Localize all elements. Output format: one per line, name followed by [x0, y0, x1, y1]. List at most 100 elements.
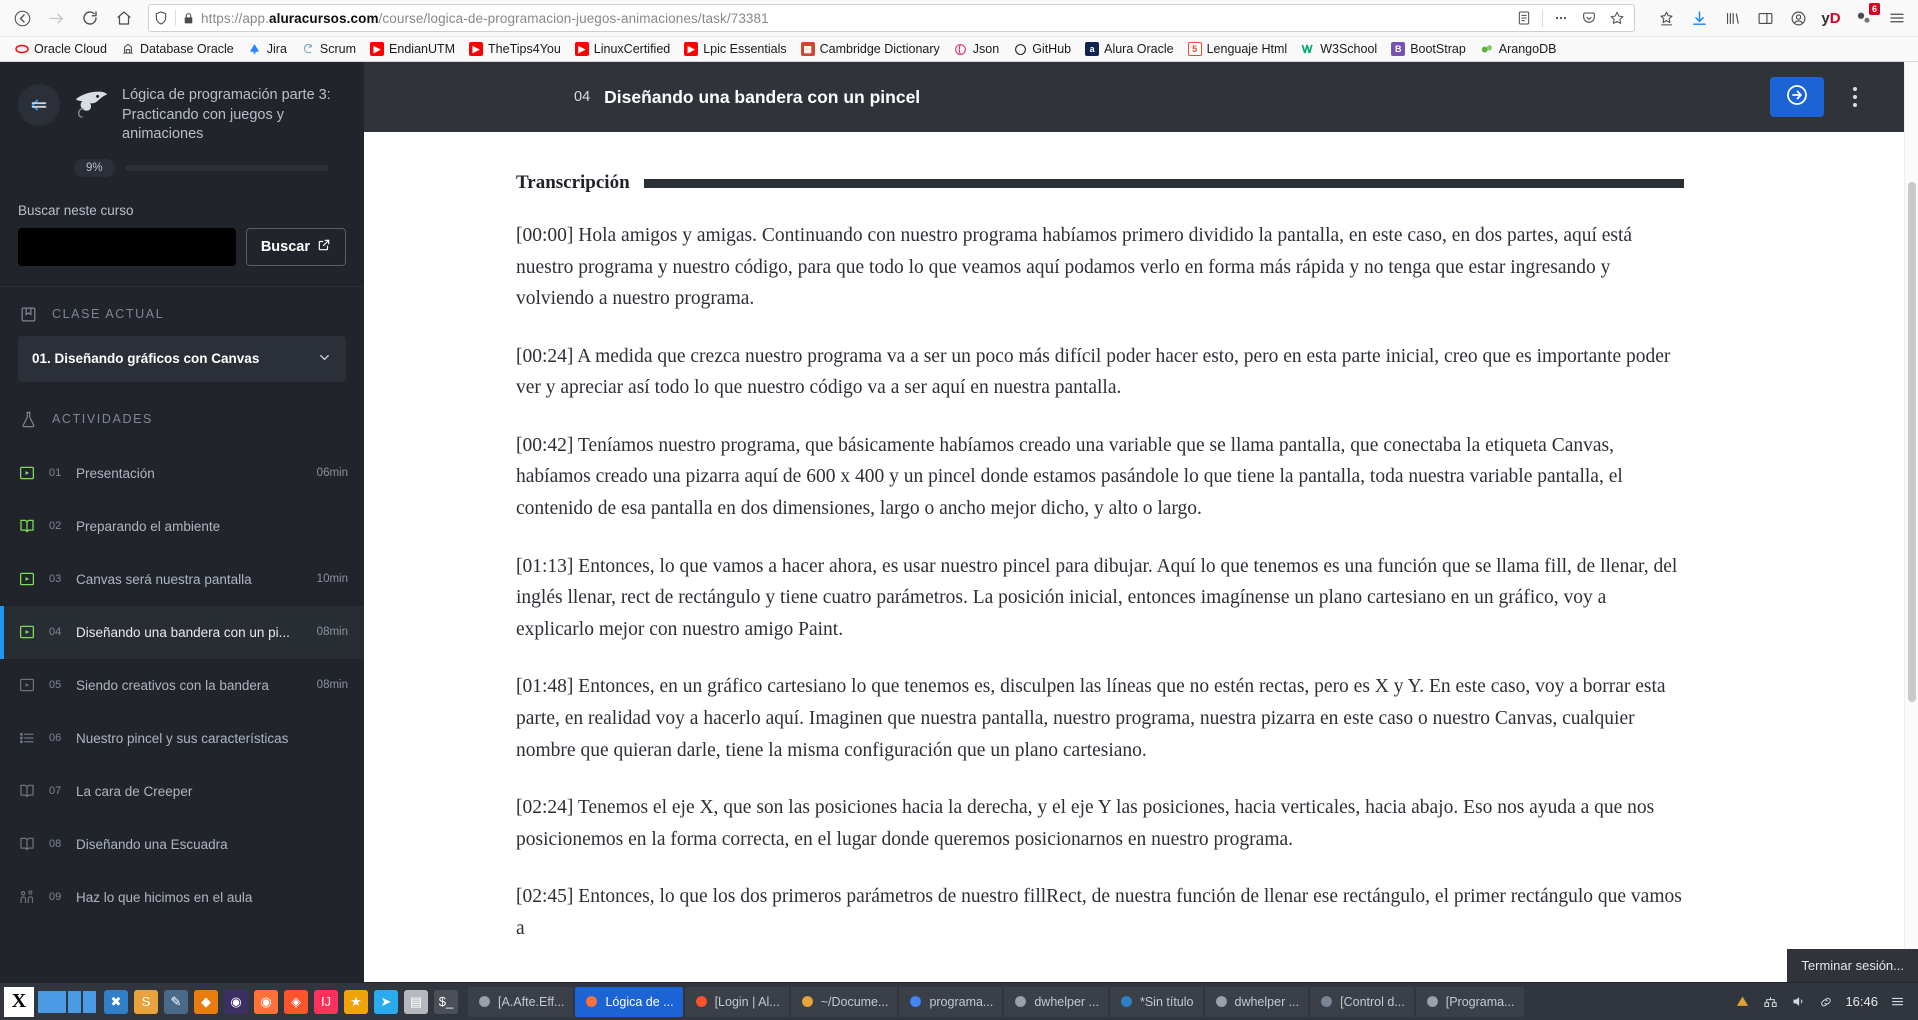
download-icon[interactable] — [1684, 4, 1714, 32]
yandex-disk-icon[interactable]: yD — [1816, 4, 1846, 32]
bookmark-scrum[interactable]: Scrum — [294, 40, 363, 58]
bookmark-oracle-cloud[interactable]: Oracle Cloud — [8, 40, 114, 58]
taskbar-window[interactable]: [A.Afte.Eff... — [468, 986, 574, 1017]
updates-icon[interactable] — [1733, 993, 1751, 1011]
hamburger-icon[interactable] — [1888, 993, 1906, 1011]
star-icon[interactable]: ★ — [344, 989, 368, 1014]
activity-duration: 08min — [316, 679, 348, 692]
extension-icon[interactable]: 6 — [1849, 3, 1880, 32]
ellipse-icon[interactable]: ◉ — [224, 989, 248, 1014]
video-icon — [16, 676, 38, 694]
padlock-icon[interactable] — [182, 12, 195, 25]
bookmark-database-oracle[interactable]: Database Oracle — [114, 40, 241, 58]
activity-item-03[interactable]: 03 Canvas será nuestra pantalla 10min — [0, 553, 364, 606]
telegram-icon[interactable]: ➤ — [374, 989, 398, 1014]
account-icon[interactable] — [1783, 4, 1813, 32]
link-icon[interactable] — [1817, 993, 1835, 1011]
ellipsis-icon[interactable] — [1548, 6, 1574, 30]
blender-icon[interactable]: ◆ — [194, 989, 218, 1014]
page-scrollbar[interactable] — [1904, 62, 1918, 982]
chrome-icon — [908, 994, 923, 1009]
bookmark-w3school[interactable]: W3School — [1294, 40, 1384, 58]
bookmark-github[interactable]: GitHub — [1006, 40, 1078, 58]
activity-item-01[interactable]: 01 Presentación 06min — [0, 447, 364, 500]
taskbar-window[interactable]: dwhelper ... — [1004, 986, 1108, 1017]
activity-item-07[interactable]: 07 La cara de Creeper — [0, 765, 364, 818]
taskbar-window[interactable]: dwhelper ... — [1204, 986, 1309, 1017]
taskbar-window[interactable]: [Control d... — [1310, 986, 1414, 1017]
sublime-icon[interactable]: S — [134, 989, 158, 1014]
activity-item-02[interactable]: 02 Preparando el ambiente — [0, 500, 364, 553]
bookmark-lenguaje-html[interactable]: 5 Lenguaje Html — [1181, 40, 1295, 58]
tool-icon[interactable]: ✎ — [164, 989, 188, 1014]
firefox-icon[interactable]: ◉ — [254, 989, 278, 1014]
search-button[interactable]: Buscar — [245, 227, 346, 266]
sidebar-icon[interactable] — [1750, 4, 1780, 32]
forward-button[interactable] — [40, 3, 72, 33]
video-icon — [16, 623, 38, 641]
kebab-menu-icon[interactable] — [1842, 77, 1868, 117]
cambridge-icon: ▦ — [800, 42, 815, 56]
taskbar-clock[interactable]: 16:46 — [1845, 994, 1878, 1009]
workspace-2[interactable] — [68, 990, 96, 1013]
brave-icon[interactable]: ◈ — [284, 989, 308, 1014]
taskbar-window[interactable]: ~/Docume... — [790, 986, 898, 1017]
scrollbar-thumb[interactable] — [1908, 182, 1916, 702]
bookmark-endianutm[interactable]: ▶ EndianUTM — [363, 40, 462, 58]
start-menu-button[interactable]: X — [4, 986, 34, 1017]
bookmark-cambridge-dictionary[interactable]: ▦ Cambridge Dictionary — [794, 40, 947, 58]
bookmark-bootstrap[interactable]: B BootStrap — [1384, 40, 1473, 58]
taskbar-window[interactable]: programa... — [899, 986, 1003, 1017]
bookmark-lpic-essentials[interactable]: ▶ Lpic Essentials — [677, 40, 793, 58]
workspace-pager[interactable] — [38, 990, 96, 1013]
shield-icon[interactable] — [153, 10, 169, 26]
reload-button[interactable] — [74, 3, 106, 33]
taskbar-window[interactable]: [Login | Al... — [684, 986, 789, 1017]
bookmark-alura-oracle[interactable]: a Alura Oracle — [1078, 40, 1180, 58]
activity-item-05[interactable]: 05 Siendo creativos con la bandera 08min — [0, 659, 364, 712]
intellij-icon[interactable]: IJ — [314, 989, 338, 1014]
next-lesson-button[interactable] — [1770, 77, 1824, 117]
back-button[interactable] — [6, 3, 38, 33]
library-icon[interactable] — [1717, 4, 1747, 32]
system-tray: 16:46 — [1733, 993, 1914, 1011]
jira-icon — [248, 42, 262, 56]
bookmark-label: Database Oracle — [139, 42, 234, 56]
reader-view-icon[interactable] — [1511, 6, 1537, 30]
back-to-course-icon[interactable] — [18, 84, 60, 126]
vscode-icon[interactable]: ✖ — [104, 989, 128, 1014]
bookmark-thetips4you[interactable]: ▶ TheTips4You — [462, 40, 568, 58]
bookmark-json[interactable]: Json — [947, 40, 1006, 58]
star-outline-icon[interactable] — [1604, 6, 1630, 30]
network-icon[interactable] — [1761, 993, 1779, 1011]
hamburger-menu-icon[interactable] — [1882, 4, 1912, 32]
bookmark-jira[interactable]: Jira — [241, 40, 294, 58]
activity-item-09[interactable]: 09 Haz lo que hicimos en el aula — [0, 871, 364, 924]
terminal-icon[interactable]: $_ — [434, 989, 458, 1014]
taskbar-window[interactable]: [Programa... — [1415, 986, 1524, 1017]
activity-item-08[interactable]: 08 Diseñando una Escuadra — [0, 818, 364, 871]
home-button[interactable] — [108, 3, 140, 33]
video-icon — [16, 464, 38, 482]
activity-number: 05 — [49, 679, 62, 692]
activity-item-06[interactable]: 06 Nuestro pincel y sus características — [0, 712, 364, 765]
files-icon[interactable]: ▤ — [404, 989, 428, 1014]
search-label: Buscar neste curso — [18, 202, 134, 218]
taskbar-window[interactable]: *Sin título — [1109, 986, 1203, 1017]
taskbar-window[interactable]: Lógica de ... — [575, 986, 683, 1017]
activity-item-04[interactable]: 04 Diseñando una bandera con un pi... 08mi… — [0, 605, 364, 659]
pocket-icon[interactable] — [1576, 6, 1602, 30]
activity-label: Presentación — [76, 465, 155, 481]
bookmark-linuxcertified[interactable]: ▶ LinuxCertified — [568, 40, 677, 58]
volume-icon[interactable] — [1789, 993, 1807, 1011]
logout-tooltip: Terminar sesión... — [1787, 949, 1918, 982]
url-bar[interactable]: https://app.aluracursos.com/course/logic… — [148, 4, 1635, 32]
url-text[interactable]: https://app.aluracursos.com/course/logic… — [201, 11, 1505, 26]
bookmark-label: Lenguaje Html — [1206, 42, 1288, 56]
scrum-icon — [301, 42, 315, 56]
current-class-dropdown[interactable]: 01. Diseñando gráficos con Canvas — [18, 335, 346, 382]
bookmark-arangodb[interactable]: ArangoDB — [1473, 40, 1564, 58]
search-input[interactable] — [18, 227, 236, 266]
workspace-1[interactable] — [38, 990, 66, 1013]
bookmark-star-icon[interactable] — [1651, 4, 1681, 32]
